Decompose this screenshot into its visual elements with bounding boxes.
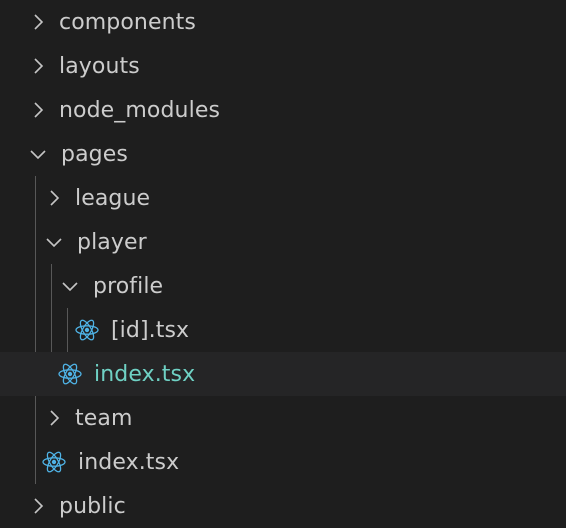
- tree-item-label: profile: [93, 273, 164, 299]
- tree-item-label: [id].tsx: [111, 317, 190, 343]
- tree-item-league[interactable]: league: [0, 176, 566, 220]
- chevron-right-icon[interactable]: [31, 484, 59, 528]
- chevron-right-icon[interactable]: [31, 88, 59, 132]
- tree-item-index-tsx[interactable]: index.tsx: [0, 440, 566, 484]
- tree-item-label: layouts: [59, 53, 140, 79]
- chevron-down-icon[interactable]: [45, 220, 77, 264]
- tree-item-team[interactable]: team: [0, 396, 566, 440]
- tree-item-index-tsx-selected[interactable]: index.tsx: [0, 352, 566, 396]
- tree-item-id-tsx[interactable]: [id].tsx: [0, 308, 566, 352]
- tree-item-label: player: [77, 229, 147, 255]
- tree-item-label: league: [75, 185, 151, 211]
- tree-item-layouts[interactable]: layouts: [0, 44, 566, 88]
- tree-item-label: components: [59, 9, 196, 35]
- chevron-right-icon[interactable]: [47, 176, 75, 220]
- tree-item-label: team: [75, 405, 133, 431]
- react-icon: [41, 440, 78, 484]
- react-icon: [57, 352, 94, 396]
- tree-item-label: public: [59, 493, 126, 519]
- tree-item-profile[interactable]: profile: [0, 264, 566, 308]
- tree-item-label: index.tsx: [78, 449, 180, 475]
- tree-item-player[interactable]: player: [0, 220, 566, 264]
- tree-item-node-modules[interactable]: node_modules: [0, 88, 566, 132]
- chevron-right-icon[interactable]: [31, 0, 59, 44]
- tree-item-label: index.tsx: [94, 361, 196, 387]
- tree-item-label: pages: [61, 141, 128, 167]
- chevron-right-icon[interactable]: [47, 396, 75, 440]
- chevron-down-icon[interactable]: [29, 132, 61, 176]
- react-icon: [74, 308, 111, 352]
- tree-item-pages[interactable]: pages: [0, 132, 566, 176]
- tree-item-label: node_modules: [59, 97, 221, 123]
- chevron-down-icon[interactable]: [61, 264, 93, 308]
- tree-item-components[interactable]: components: [0, 0, 566, 44]
- file-explorer-tree: components layouts node_modules pages le…: [0, 0, 566, 528]
- chevron-right-icon[interactable]: [31, 44, 59, 88]
- tree-item-public[interactable]: public: [0, 484, 566, 528]
